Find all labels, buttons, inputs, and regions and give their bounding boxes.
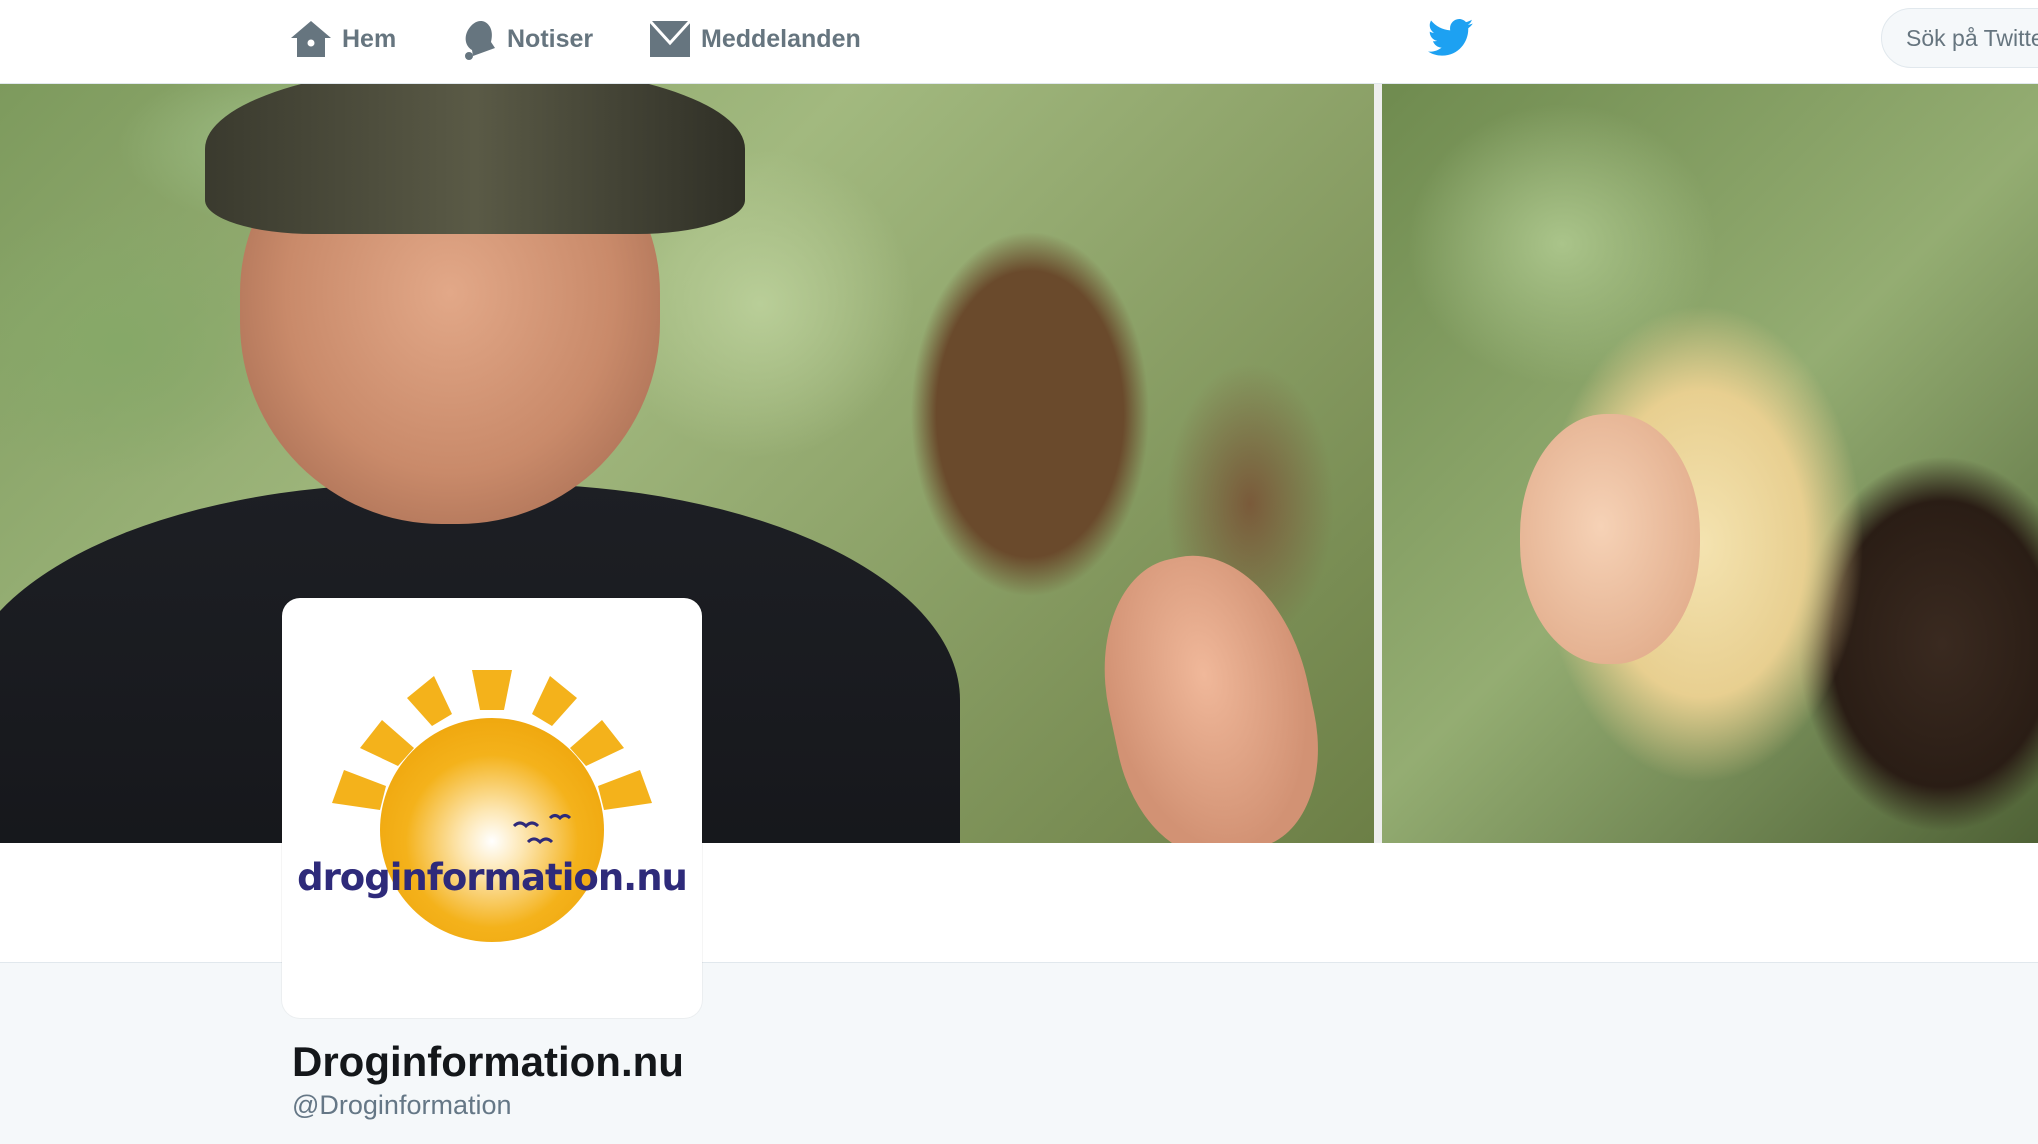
envelope-icon [649, 19, 691, 59]
nav-home[interactable]: Hem [290, 14, 396, 64]
nav-notifications-label: Notiser [507, 24, 594, 53]
nav-messages-label: Meddelanden [701, 24, 861, 53]
profile-name[interactable]: Droginformation.nu [292, 1038, 684, 1086]
twitter-bird-icon[interactable] [1427, 17, 1474, 59]
home-icon [290, 19, 332, 59]
nav-messages[interactable]: Meddelanden [649, 14, 861, 64]
search-input[interactable] [1881, 8, 2038, 68]
top-navigation-bar: Hem Notiser Meddelanden [0, 0, 2038, 84]
sun-logo-icon [332, 670, 652, 942]
avatar-wordmark: droginformation.nu [297, 856, 688, 899]
nav-home-label: Hem [342, 24, 397, 53]
banner-divider [1374, 84, 1382, 843]
bell-icon [459, 18, 497, 60]
profile-avatar[interactable]: droginformation.nu [282, 598, 702, 1018]
profile-handle[interactable]: @Droginformation [292, 1090, 512, 1121]
banner-photo-right [1382, 84, 2038, 843]
nav-notifications[interactable]: Notiser [459, 14, 593, 64]
